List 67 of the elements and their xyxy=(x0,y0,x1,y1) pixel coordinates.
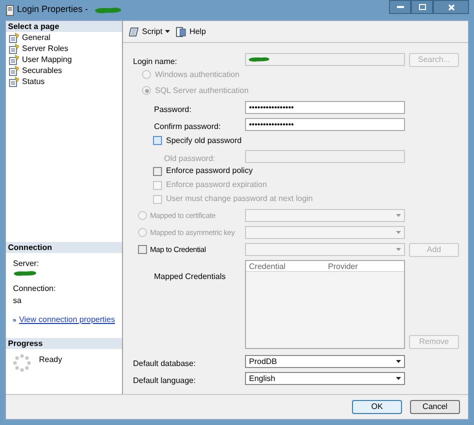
dropdown-arrow-icon xyxy=(396,377,401,380)
dropdown-field[interactable]: English xyxy=(245,372,405,385)
column-header[interactable]: Provider xyxy=(325,261,404,271)
page-icon xyxy=(9,44,20,54)
sidebar-item[interactable]: General xyxy=(9,32,122,43)
login-name-field[interactable] xyxy=(245,53,405,66)
help-button[interactable]: Help xyxy=(176,26,206,38)
section-header: Connection xyxy=(6,242,122,253)
radio-label: SQL Server authentication xyxy=(155,84,249,96)
credentials-list[interactable]: Credential Provider xyxy=(245,260,405,349)
sidebar-item[interactable]: Status xyxy=(9,76,122,87)
checkbox[interactable] xyxy=(153,136,162,145)
field-label: Password: xyxy=(154,104,192,114)
progress-spinner-icon xyxy=(13,354,31,372)
dropdown-arrow-icon xyxy=(396,360,401,363)
section-header: Select a page xyxy=(6,21,122,32)
page-icon xyxy=(9,32,20,42)
page-icon xyxy=(9,66,20,76)
connection-label: Connection: xyxy=(13,283,57,295)
dropdown-arrow-icon xyxy=(396,248,401,251)
connection-value: sa xyxy=(13,295,22,307)
sidebar-item[interactable]: User Mapping xyxy=(9,54,122,65)
field-label: Default database: xyxy=(133,358,196,368)
dialog-button[interactable]: Cancel xyxy=(410,400,460,414)
close-button[interactable] xyxy=(433,0,469,14)
page-icon xyxy=(9,76,20,86)
field-label: Old password: xyxy=(164,154,216,162)
window-icon xyxy=(6,4,14,16)
checkbox-label: User must change password at next login xyxy=(166,193,313,205)
dropdown-field[interactable] xyxy=(245,243,405,256)
dropdown-field[interactable]: ProdDB xyxy=(245,355,405,368)
redaction-mark xyxy=(248,56,270,63)
sidebar-item[interactable]: Securables xyxy=(9,65,122,76)
section-header: Progress xyxy=(6,338,122,349)
window-title: Login Properties - xyxy=(17,3,90,16)
checkbox-label: Enforce password policy xyxy=(166,165,253,177)
progress-status: Ready xyxy=(39,354,62,366)
checkbox-label: Enforce password expiration xyxy=(166,179,267,191)
server-label: Server: xyxy=(13,258,40,270)
script-button[interactable]: Script xyxy=(129,26,170,38)
dropdown-field[interactable] xyxy=(245,209,405,222)
script-icon xyxy=(129,26,139,36)
dropdown-arrow-icon xyxy=(165,30,170,33)
dropdown-arrow-icon xyxy=(396,231,401,234)
dialog-button[interactable]: OK xyxy=(352,400,402,414)
column-header[interactable]: Credential xyxy=(246,261,325,271)
checkbox-label: Specify old password xyxy=(166,134,242,146)
sidebar-item[interactable]: Server Roles xyxy=(9,43,122,54)
close-icon xyxy=(448,4,454,10)
dropdown-arrow-icon xyxy=(396,214,401,217)
connection-properties-link[interactable]: View connection properties xyxy=(19,314,115,326)
maximize-button[interactable] xyxy=(411,0,433,14)
password-field[interactable]: •••••••••••••••• xyxy=(245,101,405,114)
radio-label: Windows authentication xyxy=(155,68,240,80)
minimize-button[interactable] xyxy=(389,0,411,14)
checkbox[interactable] xyxy=(153,166,162,176)
field-label: Mapped Credentials xyxy=(154,272,226,281)
redaction-mark xyxy=(94,6,122,14)
help-icon xyxy=(176,26,186,36)
checkbox[interactable] xyxy=(138,245,147,254)
page-icon xyxy=(9,54,20,64)
field-label: Confirm password: xyxy=(154,122,221,130)
dropdown-field[interactable] xyxy=(245,226,405,239)
field-label: Default language: xyxy=(133,376,196,384)
redaction-mark xyxy=(13,270,37,277)
password-field[interactable]: •••••••••••••••• xyxy=(245,118,405,131)
field-label: Login name: xyxy=(133,56,178,66)
